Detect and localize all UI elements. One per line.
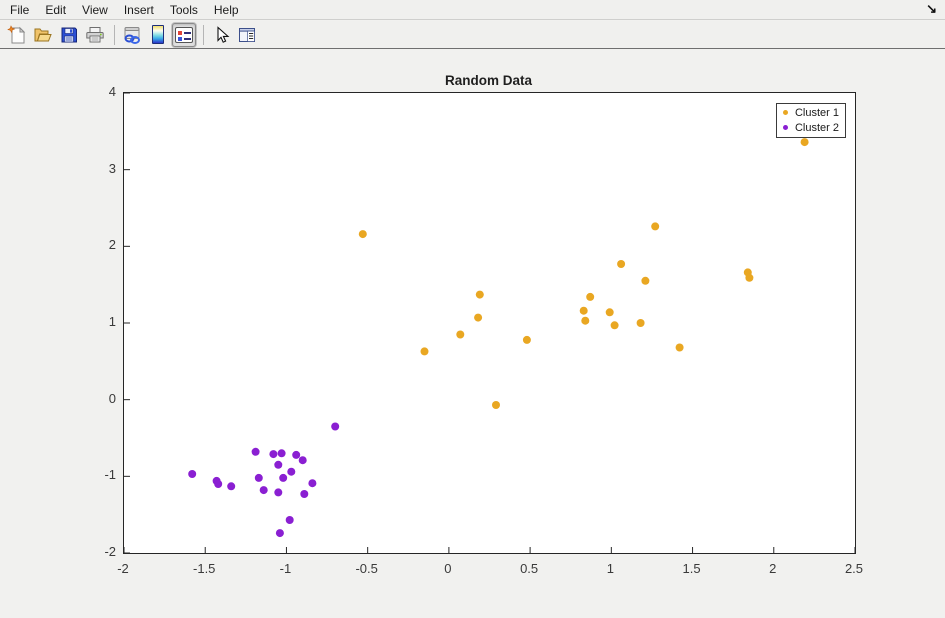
menu-edit[interactable]: Edit [37, 1, 74, 19]
data-point [492, 401, 500, 409]
figure-canvas: Random Data Cluster 1 Cluster 2 -2 -1.5 -1… [0, 50, 945, 618]
data-point [308, 479, 316, 487]
data-point [586, 293, 594, 301]
print-icon [85, 25, 105, 45]
data-point [331, 423, 339, 431]
data-point [359, 230, 367, 238]
x-tick-label: 2.5 [832, 561, 876, 576]
axes-properties-icon [237, 25, 257, 45]
y-tick-label: 1 [66, 314, 116, 329]
open-button[interactable] [31, 23, 55, 47]
x-tick-label: -1 [263, 561, 307, 576]
x-tick-label: -0.5 [345, 561, 389, 576]
x-tick-label: 0 [426, 561, 470, 576]
window-resize-icon[interactable]: ↘ [926, 1, 937, 17]
axes-properties-button[interactable] [235, 23, 259, 47]
data-point [637, 319, 645, 327]
toolbar-separator [114, 25, 115, 45]
toolbar [0, 21, 945, 49]
data-point [745, 274, 753, 282]
legend-label: Cluster 1 [795, 107, 839, 119]
data-point [611, 321, 619, 329]
data-point [255, 474, 263, 482]
y-tick-label: 4 [66, 84, 116, 99]
data-point [227, 482, 235, 490]
data-point [188, 470, 196, 478]
data-point [274, 461, 282, 469]
menu-bar: File Edit View Insert Tools Help ↘ [0, 0, 945, 20]
x-tick-label: -1.5 [182, 561, 226, 576]
data-point [421, 347, 429, 355]
cluster1-marker-icon [783, 110, 788, 115]
save-icon [59, 25, 79, 45]
y-tick-label: 0 [66, 391, 116, 406]
data-point [617, 260, 625, 268]
open-folder-icon [33, 25, 53, 45]
data-point [292, 451, 300, 459]
scatter-plot [124, 93, 855, 553]
data-point [580, 307, 588, 315]
x-tick-label: 2 [751, 561, 795, 576]
data-point [276, 529, 284, 537]
data-point [278, 449, 286, 457]
data-point [581, 317, 589, 325]
new-figure-icon [7, 25, 27, 45]
data-point [476, 291, 484, 299]
menu-file[interactable]: File [2, 1, 37, 19]
data-point [474, 314, 482, 322]
new-figure-button[interactable] [5, 23, 29, 47]
toolbar-separator [203, 25, 204, 45]
x-tick-label: -2 [101, 561, 145, 576]
link-axes-button[interactable] [120, 23, 144, 47]
x-tick-label: 1.5 [670, 561, 714, 576]
plot-title: Random Data [123, 73, 854, 88]
data-point [214, 480, 222, 488]
axes: Cluster 1 Cluster 2 [123, 92, 856, 554]
data-point [651, 222, 659, 230]
pointer-icon [211, 25, 231, 45]
data-point [606, 308, 614, 316]
cluster2-marker-icon [783, 125, 788, 130]
figure-window: File Edit View Insert Tools Help ↘ [0, 0, 945, 618]
menu-view[interactable]: View [74, 1, 116, 19]
menu-help[interactable]: Help [206, 1, 247, 19]
y-tick-label: 3 [66, 161, 116, 176]
x-tick-label: 1 [588, 561, 632, 576]
data-point [260, 486, 268, 494]
data-point [279, 474, 287, 482]
data-point [269, 450, 277, 458]
data-point [300, 490, 308, 498]
y-tick-label: -2 [66, 544, 116, 559]
y-tick-label: -1 [66, 467, 116, 482]
print-button[interactable] [83, 23, 107, 47]
legend-entry-cluster1: Cluster 1 [783, 105, 839, 120]
colorbar-icon [152, 25, 164, 44]
select-pointer-button[interactable] [209, 23, 233, 47]
x-tick-label: 0.5 [507, 561, 551, 576]
legend-label: Cluster 2 [795, 122, 839, 134]
data-point [274, 488, 282, 496]
y-tick-label: 2 [66, 237, 116, 252]
legend-toggle-icon [175, 27, 193, 43]
data-point [287, 468, 295, 476]
menu-insert[interactable]: Insert [116, 1, 162, 19]
colorbar-button[interactable] [146, 23, 170, 47]
legend[interactable]: Cluster 1 Cluster 2 [776, 103, 846, 138]
data-point [299, 456, 307, 464]
legend-entry-cluster2: Cluster 2 [783, 120, 839, 135]
menu-tools[interactable]: Tools [162, 1, 206, 19]
data-point [801, 138, 809, 146]
data-point [286, 516, 294, 524]
data-point [456, 331, 464, 339]
link-axes-icon [122, 25, 142, 45]
data-point [676, 344, 684, 352]
save-button[interactable] [57, 23, 81, 47]
data-point [641, 277, 649, 285]
data-point [252, 448, 260, 456]
data-point [523, 336, 531, 344]
legend-toggle-button[interactable] [172, 23, 196, 47]
